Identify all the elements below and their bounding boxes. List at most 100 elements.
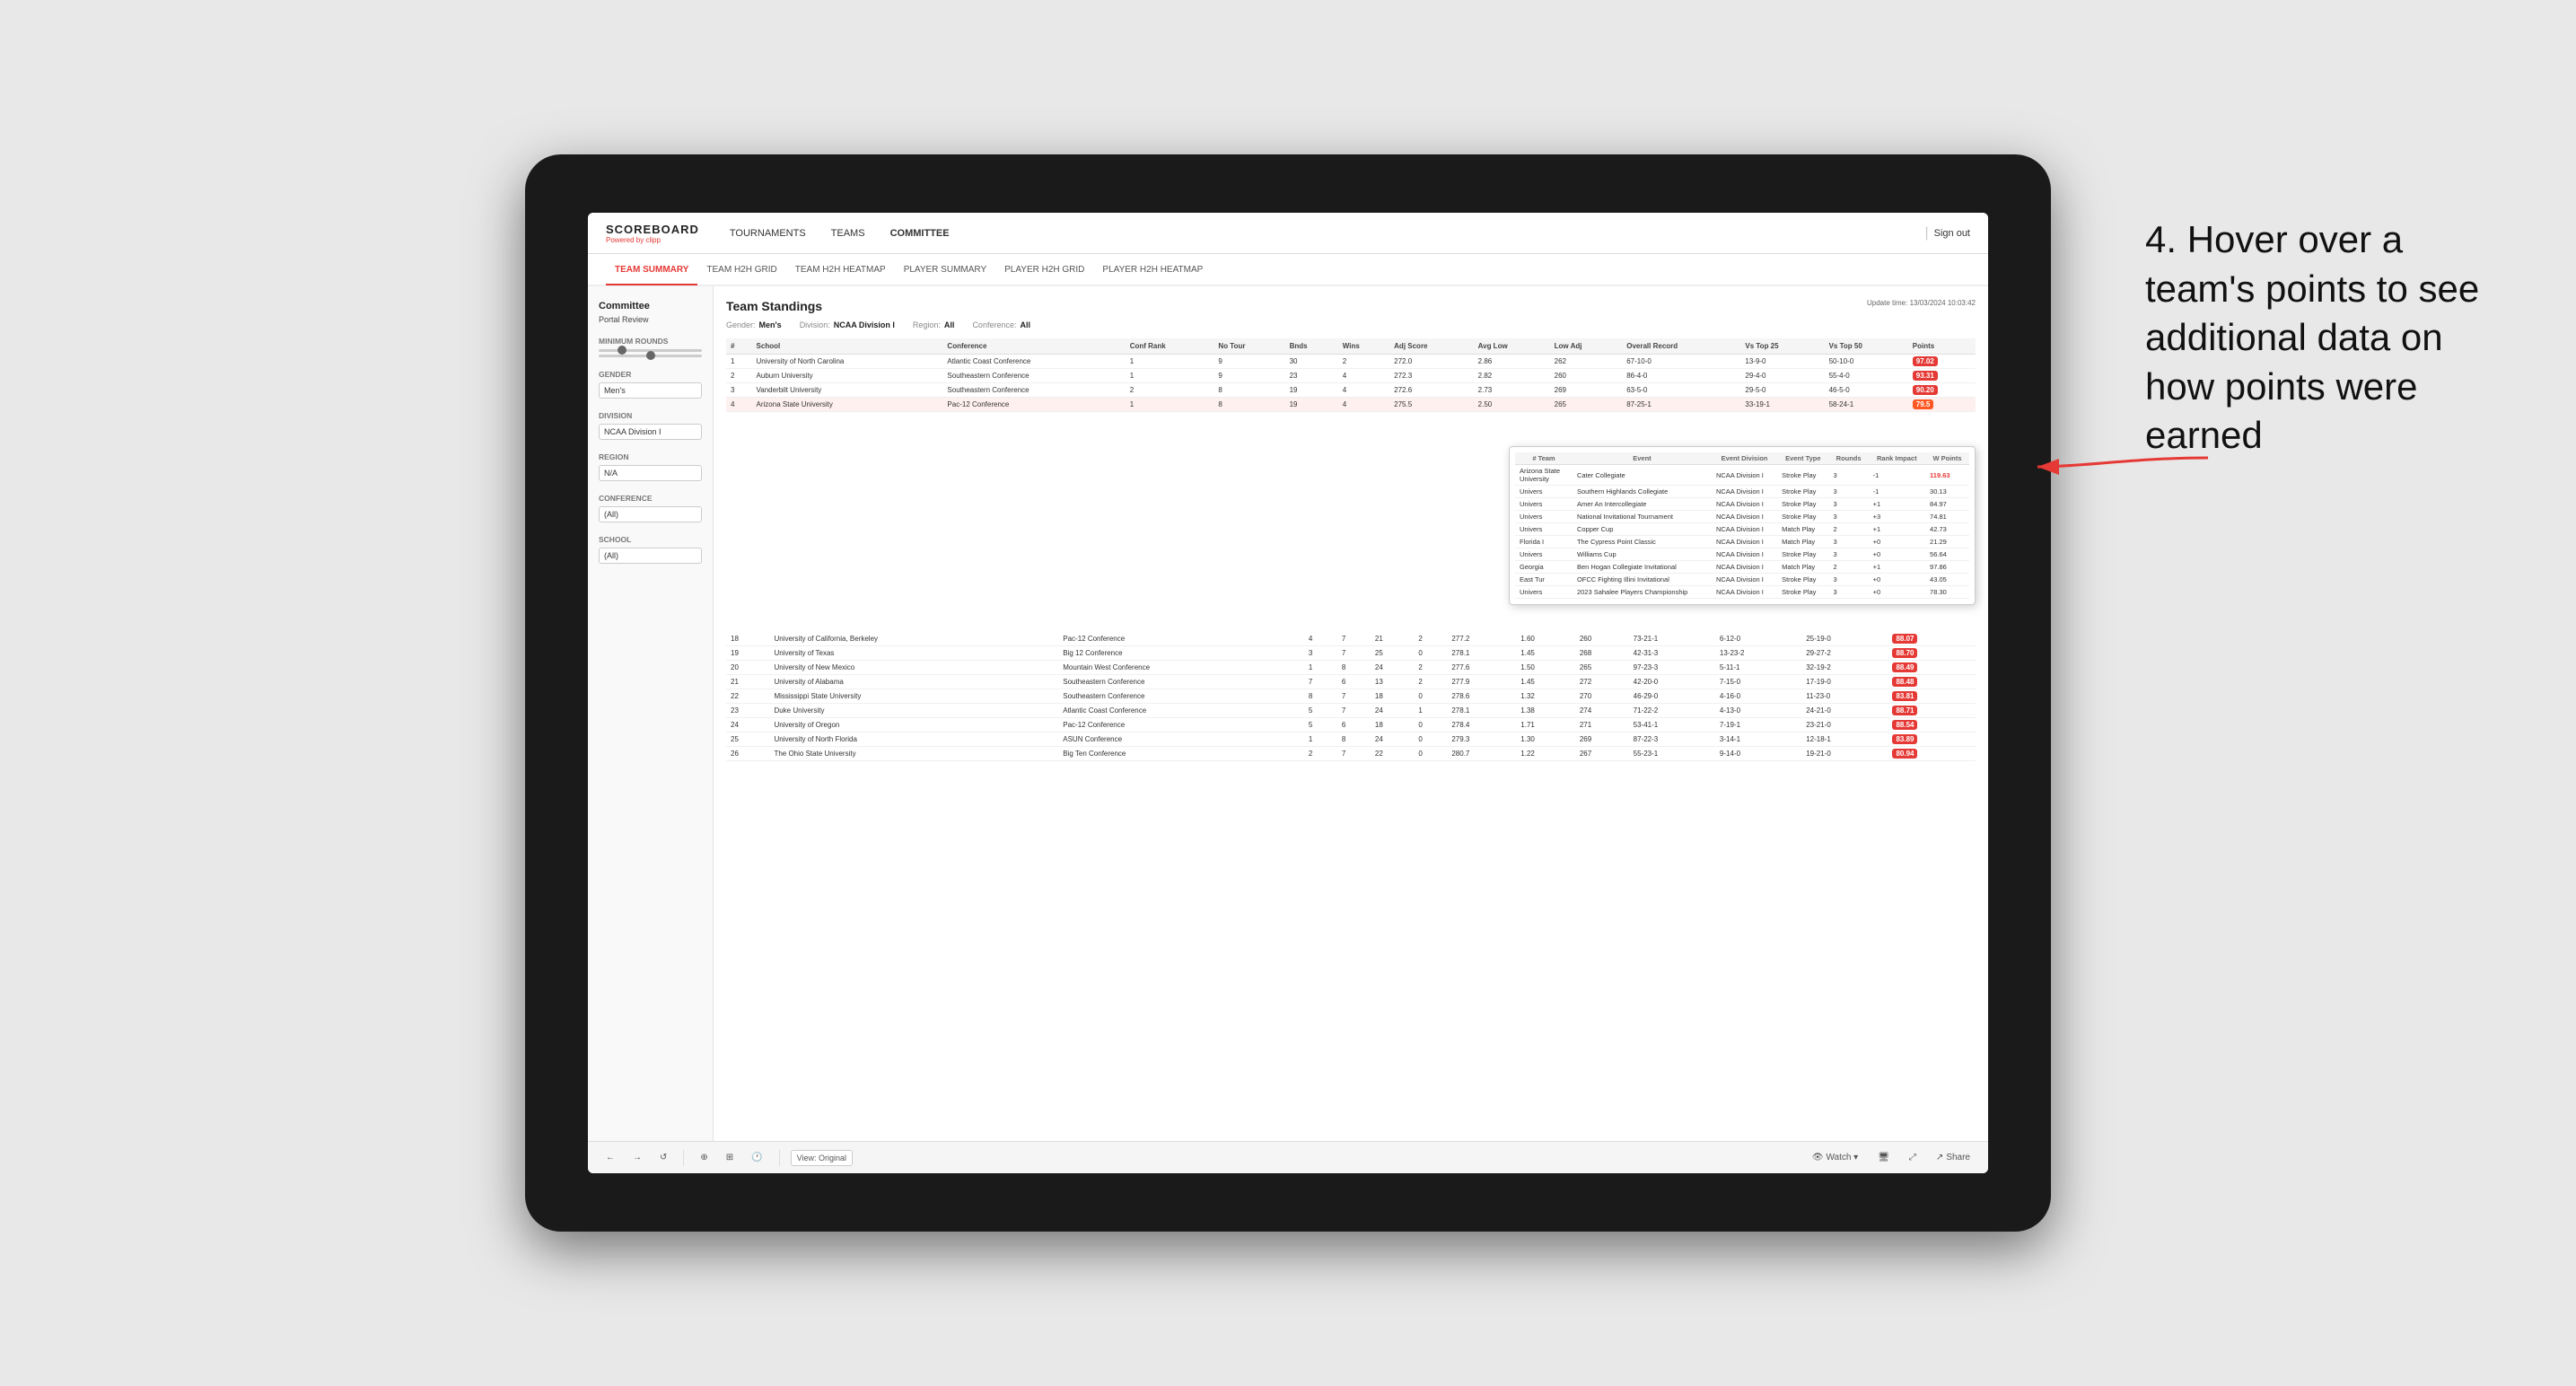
subnav-team-h2h-heatmap[interactable]: TEAM H2H HEATMAP xyxy=(786,256,895,284)
sign-out-link[interactable]: Sign out xyxy=(1934,228,1970,239)
cell-vs50: 50-10-0 xyxy=(1825,355,1908,369)
table-header-row: # School Conference Conf Rank No Tour Bn… xyxy=(726,338,1976,355)
tooltip-row: Univers 2023 Sahalee Players Championshi… xyxy=(1515,586,1969,599)
table-row[interactable]: 21 University of Alabama Southeastern Co… xyxy=(726,675,1976,689)
logo: SCOREBOARD Powered by clipp xyxy=(606,223,699,244)
standings-table: # School Conference Conf Rank No Tour Bn… xyxy=(726,338,1976,412)
division-select[interactable]: NCAA Division I xyxy=(599,424,702,440)
page-wrapper: SCOREBOARD Powered by clipp TOURNAMENTS … xyxy=(0,0,2576,1386)
clock-button[interactable]: 🕐 xyxy=(746,1150,767,1165)
bottom-toolbar: ← → ↺ ⊕ ⊞ 🕐 View: Original 👁 Watch ▾ 🖥 ⤢ xyxy=(588,1141,1988,1173)
points-badge: 90.20 xyxy=(1913,385,1938,395)
points-badge: 88.48 xyxy=(1892,677,1917,687)
table-row[interactable]: 23 Duke University Atlantic Coast Confer… xyxy=(726,704,1976,718)
back-button[interactable]: ← xyxy=(600,1150,620,1165)
min-rounds-slider-2[interactable] xyxy=(599,355,702,357)
cell-rank: 1 xyxy=(726,355,752,369)
zoom-button[interactable]: ⊕ xyxy=(695,1150,713,1165)
tooltip-row: Univers National Invitational Tournament… xyxy=(1515,511,1969,523)
cell-avg-low: 2.82 xyxy=(1474,369,1550,383)
nav-committee[interactable]: COMMITTEE xyxy=(887,215,953,251)
col-vs-top50: Vs Top 50 xyxy=(1825,338,1908,355)
cell-wins: 4 xyxy=(1338,398,1389,412)
subnav-team-summary[interactable]: TEAM SUMMARY xyxy=(606,256,697,285)
table-row[interactable]: 24 University of Oregon Pac-12 Conferenc… xyxy=(726,718,1976,732)
sidebar: Committee Portal Review Minimum Rounds G… xyxy=(588,286,714,1141)
filter-conference: Conference: All xyxy=(972,320,1030,329)
cell-vs25: 29-5-0 xyxy=(1740,383,1824,398)
grid-button[interactable]: ⊞ xyxy=(721,1150,739,1165)
cell-no-tour: 9 xyxy=(1214,369,1284,383)
table-row[interactable]: 2 Auburn University Southeastern Confere… xyxy=(726,369,1976,383)
sidebar-conference: Conference (All) xyxy=(599,494,702,522)
points-badge: 88.71 xyxy=(1892,706,1917,715)
cell-vs25: 29-4-0 xyxy=(1740,369,1824,383)
school-select[interactable]: (All) xyxy=(599,548,702,564)
filter-gender: Gender: Men's xyxy=(726,320,782,329)
reload-button[interactable]: ↺ xyxy=(654,1150,672,1165)
tooltip-row: Georgia Ben Hogan Collegiate Invitationa… xyxy=(1515,561,1969,574)
tooltip-row: East Tur OFCC Fighting Illini Invitation… xyxy=(1515,574,1969,586)
nav-tournaments[interactable]: TOURNAMENTS xyxy=(726,215,810,251)
table-row[interactable]: 18 University of California, Berkeley Pa… xyxy=(726,632,1976,646)
points-badge: 83.81 xyxy=(1892,691,1917,701)
points-badge: 97.02 xyxy=(1913,356,1938,366)
tooltip-row: Univers Williams Cup NCAA Division I Str… xyxy=(1515,548,1969,561)
table-row[interactable]: 22 Mississippi State University Southeas… xyxy=(726,689,1976,704)
col-conference: Conference xyxy=(942,338,1125,355)
region-select[interactable]: N/A xyxy=(599,465,702,481)
cell-points[interactable]: 79.5 xyxy=(1908,398,1976,412)
cell-avg-low: 2.86 xyxy=(1474,355,1550,369)
col-rank: # xyxy=(726,338,752,355)
cell-points[interactable]: 93.31 xyxy=(1908,369,1976,383)
cell-rank: 2 xyxy=(726,369,752,383)
subnav-player-h2h-heatmap[interactable]: PLAYER H2H HEATMAP xyxy=(1093,256,1212,284)
sidebar-region: Region N/A xyxy=(599,452,702,481)
expand-button[interactable]: ⤢ xyxy=(1904,1150,1922,1165)
table-row[interactable]: 3 Vanderbilt University Southeastern Con… xyxy=(726,383,1976,398)
cell-avg-low: 2.50 xyxy=(1474,398,1550,412)
tooltip-col-division: Event Division xyxy=(1712,452,1777,465)
cell-low-adj: 260 xyxy=(1550,369,1623,383)
nav-teams[interactable]: TEAMS xyxy=(828,215,869,251)
conference-select[interactable]: (All) xyxy=(599,506,702,522)
col-bnds: Bnds xyxy=(1285,338,1338,355)
tablet-device: SCOREBOARD Powered by clipp TOURNAMENTS … xyxy=(525,154,2051,1232)
table-row[interactable]: 1 University of North Carolina Atlantic … xyxy=(726,355,1976,369)
share-button[interactable]: ↗ Share xyxy=(1931,1150,1976,1165)
subnav-team-h2h-grid[interactable]: TEAM H2H GRID xyxy=(697,256,785,284)
gender-select[interactable]: Men's xyxy=(599,382,702,399)
points-badge: 88.70 xyxy=(1892,648,1917,658)
subnav-player-summary[interactable]: PLAYER SUMMARY xyxy=(895,256,995,284)
sidebar-division: Division NCAA Division I xyxy=(599,411,702,440)
tooltip-col-w-points: W Points xyxy=(1925,452,1969,465)
col-adj-score: Adj Score xyxy=(1389,338,1473,355)
sub-nav: TEAM SUMMARY TEAM H2H GRID TEAM H2H HEAT… xyxy=(588,254,1988,286)
watch-button[interactable]: 👁 Watch ▾ xyxy=(1807,1150,1863,1165)
table-row[interactable]: 20 University of New Mexico Mountain Wes… xyxy=(726,661,1976,675)
cell-low-adj: 262 xyxy=(1550,355,1623,369)
cell-low-adj: 265 xyxy=(1550,398,1623,412)
cell-adj-score: 272.3 xyxy=(1389,369,1473,383)
cell-school: Arizona State University xyxy=(752,398,943,412)
cell-points[interactable]: 90.20 xyxy=(1908,383,1976,398)
cell-school: University of North Carolina xyxy=(752,355,943,369)
forward-button[interactable]: → xyxy=(627,1150,647,1165)
tooltip-row: Arizona StateUniversity Cater Collegiate… xyxy=(1515,465,1969,486)
toolbar-separator-2 xyxy=(779,1150,780,1166)
cell-rank: 4 xyxy=(726,398,752,412)
tooltip-row: Univers Amer An Intercollegiate NCAA Div… xyxy=(1515,498,1969,511)
subnav-player-h2h-grid[interactable]: PLAYER H2H GRID xyxy=(995,256,1093,284)
tablet-screen: SCOREBOARD Powered by clipp TOURNAMENTS … xyxy=(588,213,1988,1173)
table-row[interactable]: 19 University of Texas Big 12 Conference… xyxy=(726,646,1976,661)
cell-conf-rank: 2 xyxy=(1126,383,1214,398)
col-wins: Wins xyxy=(1338,338,1389,355)
cell-overall: 63-5-0 xyxy=(1622,383,1740,398)
table-row[interactable]: 26 The Ohio State University Big Ten Con… xyxy=(726,747,1976,761)
table-row[interactable]: 25 University of North Florida ASUN Conf… xyxy=(726,732,1976,747)
cell-points[interactable]: 97.02 xyxy=(1908,355,1976,369)
view-original-button[interactable]: View: Original xyxy=(791,1150,853,1166)
cell-vs50: 55-4-0 xyxy=(1825,369,1908,383)
table-row-highlighted[interactable]: 4 Arizona State University Pac-12 Confer… xyxy=(726,398,1976,412)
share-panel-button[interactable]: 🖥 xyxy=(1872,1150,1895,1165)
